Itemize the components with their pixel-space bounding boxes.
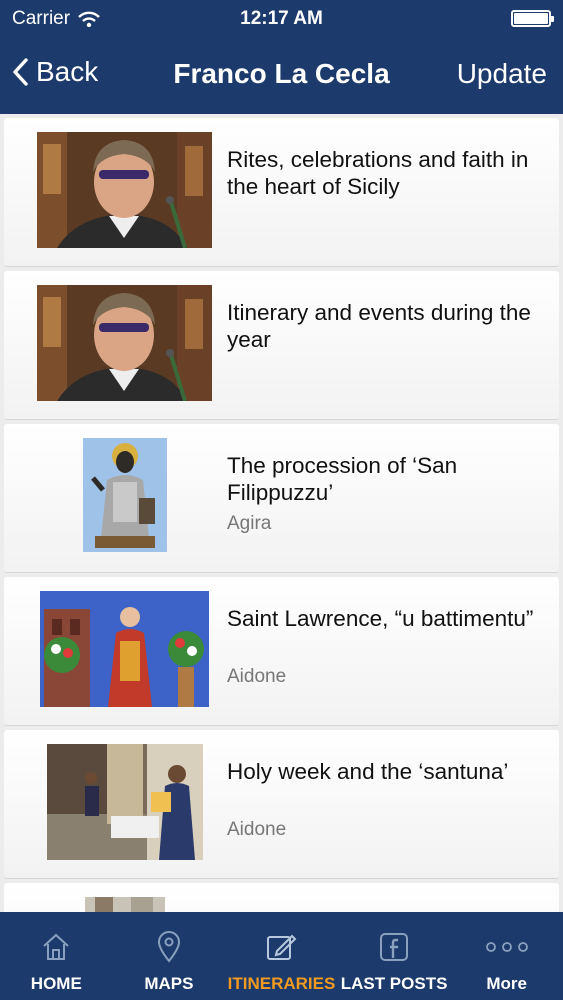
list-item[interactable]: The procession of ‘San Filippuzzu’ Agira bbox=[4, 424, 559, 573]
clock: 12:17 AM bbox=[240, 8, 323, 29]
status-bar: Carrier 12:17 AM bbox=[0, 0, 563, 38]
thumbnail-image bbox=[40, 591, 209, 707]
facebook-icon bbox=[379, 930, 409, 964]
navigation-bar: Back Franco La Cecla Update bbox=[0, 38, 563, 114]
tab-label: More bbox=[486, 974, 527, 993]
tab-itineraries[interactable]: ITINERARIES bbox=[225, 912, 338, 1000]
tab-label: LAST POSTS bbox=[340, 974, 448, 993]
update-button[interactable]: Update bbox=[457, 58, 547, 90]
home-icon bbox=[41, 930, 71, 964]
tab-label: HOME bbox=[30, 974, 82, 993]
list-item[interactable]: Itinerary and events during the year bbox=[4, 271, 559, 420]
thumbnail-image bbox=[47, 744, 203, 860]
list-item[interactable] bbox=[4, 883, 559, 912]
item-title: The procession of ‘San Filippuzzu’ bbox=[227, 453, 458, 505]
thumbnail-image bbox=[37, 285, 212, 401]
back-button[interactable]: Back bbox=[12, 56, 98, 88]
item-location: Aidone bbox=[227, 666, 287, 687]
tab-bar: HOME MAPS ITINERARIES LAST POSTS More bbox=[0, 912, 563, 1000]
thumbnail-image bbox=[37, 132, 212, 248]
tab-home[interactable]: HOME bbox=[0, 912, 113, 1000]
tab-label: MAPS bbox=[144, 974, 194, 993]
itinerary-list[interactable]: Rites, celebrations and faith in the hea… bbox=[4, 114, 559, 912]
thumbnail-image bbox=[83, 438, 167, 552]
map-pin-icon bbox=[157, 930, 181, 964]
item-location: Aidone bbox=[227, 819, 287, 840]
list-item[interactable]: Saint Lawrence, “u battimentu” Aidone bbox=[4, 577, 559, 726]
thumbnail-image bbox=[85, 897, 165, 912]
tab-more[interactable]: More bbox=[450, 912, 563, 1000]
item-title: Saint Lawrence, “u battimentu” bbox=[227, 606, 534, 631]
chevron-left-icon bbox=[13, 58, 28, 86]
list-item[interactable]: Rites, celebrations and faith in the hea… bbox=[4, 118, 559, 267]
tab-label: ITINERARIES bbox=[227, 974, 336, 993]
item-title: Rites, celebrations and faith in the hea… bbox=[227, 147, 529, 199]
item-location: Agira bbox=[227, 513, 272, 534]
more-icon bbox=[485, 930, 529, 964]
itinerary-icon bbox=[265, 930, 297, 964]
back-label: Back bbox=[36, 56, 99, 87]
battery-icon bbox=[511, 10, 554, 27]
item-title: Itinerary and events during the year bbox=[227, 300, 531, 352]
tab-maps[interactable]: MAPS bbox=[113, 912, 226, 1000]
list-item[interactable]: Holy week and the ‘santuna’ Aidone bbox=[4, 730, 559, 879]
item-title: Holy week and the ‘santuna’ bbox=[227, 759, 509, 784]
tab-last-posts[interactable]: LAST POSTS bbox=[338, 912, 451, 1000]
